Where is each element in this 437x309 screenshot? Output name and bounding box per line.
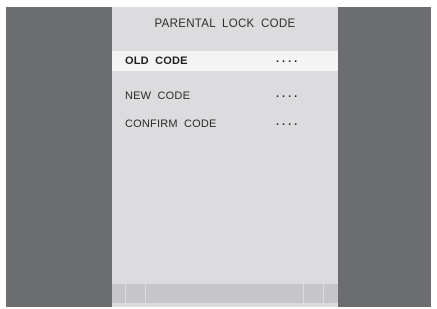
menu-panel: PARENTAL LOCK CODE OLD CODE .... NEW COD…: [112, 7, 338, 307]
code-input-dots[interactable]: ....: [276, 53, 300, 65]
confirm-code-field[interactable]: CONFIRM CODE ....: [112, 114, 338, 134]
menu-title: PARENTAL LOCK CODE: [154, 18, 296, 30]
footer-divider: [145, 284, 146, 303]
footer-divider: [303, 284, 304, 303]
new-code-field[interactable]: NEW CODE ....: [112, 86, 338, 106]
code-input-dots[interactable]: ....: [276, 116, 300, 128]
field-label: NEW CODE: [125, 90, 191, 102]
footer-divider: [125, 284, 126, 303]
field-label: CONFIRM CODE: [125, 118, 217, 130]
menu-footer-bar: [112, 284, 338, 303]
field-label: OLD CODE: [125, 55, 188, 67]
footer-divider: [323, 284, 324, 303]
old-code-field[interactable]: OLD CODE ....: [112, 51, 338, 71]
code-input-dots[interactable]: ....: [276, 88, 300, 100]
